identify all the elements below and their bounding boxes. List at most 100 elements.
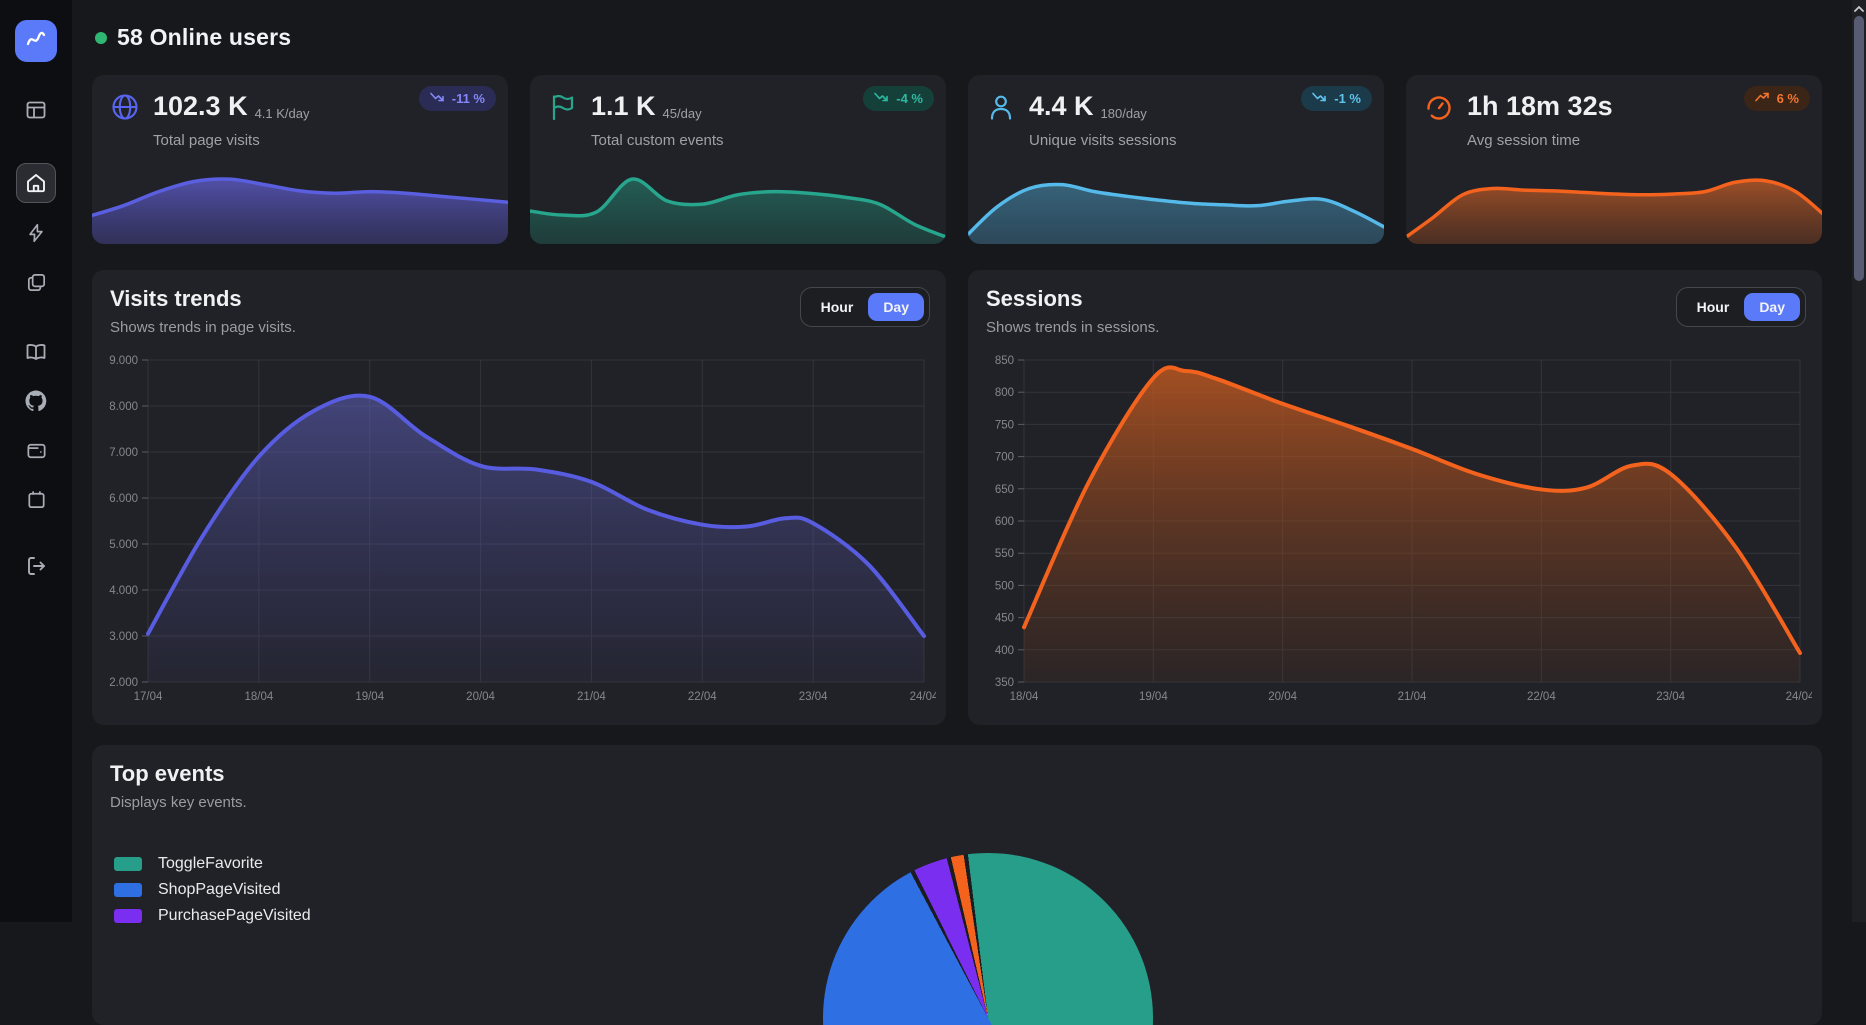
stat-card-page-visits: 102.3 K4.1 K/day Total page visits -11 % xyxy=(92,75,508,244)
visits-interval-toggle: Hour Day xyxy=(800,287,930,327)
svg-text:8.000: 8.000 xyxy=(109,401,138,413)
pages-icon xyxy=(25,271,48,294)
stat-label: Total page visits xyxy=(92,122,508,149)
stat-card-unique-sessions: 4.4 K 180/day Unique visits sessions -1 % xyxy=(968,75,1384,244)
stat-value: 1h 18m 32s xyxy=(1467,91,1613,121)
svg-text:24/04: 24/04 xyxy=(1786,691,1812,703)
sparkline-chart xyxy=(1406,156,1822,244)
sidebar-item-events[interactable] xyxy=(16,213,56,253)
sidebar-item-wallet[interactable] xyxy=(16,430,56,470)
legend-swatch xyxy=(114,857,142,871)
sidebar-item-home[interactable] xyxy=(16,163,56,203)
svg-text:18/04: 18/04 xyxy=(244,691,273,703)
sidebar-item-github[interactable] xyxy=(16,381,56,421)
stat-value: 102.3 K xyxy=(153,91,248,121)
sidebar xyxy=(0,0,72,922)
legend-label: ToggleFavorite xyxy=(158,855,263,873)
trend-badge: -4 % xyxy=(863,86,934,111)
svg-text:800: 800 xyxy=(995,387,1014,399)
scrollbar[interactable] xyxy=(1852,0,1866,922)
sidebar-item-docs[interactable] xyxy=(16,332,56,372)
svg-text:450: 450 xyxy=(995,613,1014,625)
svg-text:21/04: 21/04 xyxy=(1398,691,1427,703)
stat-per-day: 180/day xyxy=(1101,106,1147,121)
stat-card-session-time: 1h 18m 32s Avg session time 6 % xyxy=(1406,75,1822,244)
pie-legend: ToggleFavorite ShopPageVisited PurchaseP… xyxy=(114,851,311,929)
day-toggle-button[interactable]: Day xyxy=(868,293,924,321)
trend-badge-text: -1 % xyxy=(1334,91,1361,106)
scrollbar-up-arrow[interactable] xyxy=(1852,2,1866,16)
svg-text:750: 750 xyxy=(995,419,1014,431)
svg-text:550: 550 xyxy=(995,548,1014,560)
svg-text:400: 400 xyxy=(995,645,1014,657)
svg-text:350: 350 xyxy=(995,677,1014,689)
legend-item-purchasepagevisited[interactable]: PurchasePageVisited xyxy=(114,903,311,929)
svg-text:3.000: 3.000 xyxy=(109,631,138,643)
svg-text:650: 650 xyxy=(995,484,1014,496)
stat-label: Total custom events xyxy=(530,122,946,149)
trend-badge-text: 6 % xyxy=(1777,91,1799,106)
sparkline-chart xyxy=(92,156,508,244)
svg-text:2.000: 2.000 xyxy=(109,677,138,689)
hour-toggle-button[interactable]: Hour xyxy=(1682,293,1745,321)
sessions-card: Sessions Shows trends in sessions. Hour … xyxy=(968,270,1822,725)
sidebar-item-calendar[interactable] xyxy=(16,479,56,519)
trend-badge: -11 % xyxy=(419,86,496,111)
svg-text:19/04: 19/04 xyxy=(355,691,384,703)
hour-toggle-button[interactable]: Hour xyxy=(806,293,869,321)
svg-text:7.000: 7.000 xyxy=(109,447,138,459)
svg-text:23/04: 23/04 xyxy=(799,691,828,703)
stat-card-custom-events: 1.1 K 45/day Total custom events -4 % xyxy=(530,75,946,244)
svg-text:20/04: 20/04 xyxy=(466,691,495,703)
bolt-icon xyxy=(25,222,47,244)
trend-up-icon xyxy=(1755,91,1770,106)
svg-text:22/04: 22/04 xyxy=(1527,691,1556,703)
legend-item-togglefavorite[interactable]: ToggleFavorite xyxy=(114,851,311,877)
top-events-subtitle: Displays key events. xyxy=(92,787,1822,811)
svg-text:23/04: 23/04 xyxy=(1656,691,1685,703)
timer-icon xyxy=(1424,92,1454,122)
sparkline-chart xyxy=(530,156,946,244)
stat-label: Unique visits sessions xyxy=(968,122,1384,149)
github-icon xyxy=(24,389,48,413)
svg-text:4.000: 4.000 xyxy=(109,585,138,597)
svg-text:850: 850 xyxy=(995,355,1014,367)
trend-down-icon xyxy=(1312,91,1327,106)
sidebar-item-logout[interactable] xyxy=(16,546,56,586)
trend-badge-text: -11 % xyxy=(452,91,485,106)
home-icon xyxy=(24,171,48,195)
legend-swatch xyxy=(114,909,142,923)
stat-per-day: 45/day xyxy=(663,106,702,121)
globe-icon xyxy=(110,92,140,122)
sessions-interval-toggle: Hour Day xyxy=(1676,287,1806,327)
svg-text:17/04: 17/04 xyxy=(134,691,163,703)
calendar-icon xyxy=(25,488,48,511)
svg-text:500: 500 xyxy=(995,580,1014,592)
svg-text:18/04: 18/04 xyxy=(1010,691,1039,703)
legend-label: PurchasePageVisited xyxy=(158,907,311,925)
sidebar-item-pages[interactable] xyxy=(16,262,56,302)
sidebar-item-dashboard[interactable] xyxy=(16,90,56,130)
pie-chart[interactable] xyxy=(823,853,1153,1025)
svg-text:6.000: 6.000 xyxy=(109,493,138,505)
sessions-chart: 18/04 19/04 20/04 21/04 22/04 23/04 24/04 850 80… xyxy=(978,348,1812,716)
day-toggle-button[interactable]: Day xyxy=(1744,293,1800,321)
sparkline-chart xyxy=(968,156,1384,244)
svg-text:20/04: 20/04 xyxy=(1268,691,1297,703)
scrollbar-thumb[interactable] xyxy=(1854,16,1864,281)
logout-icon xyxy=(24,554,48,578)
user-icon xyxy=(986,92,1016,122)
trend-badge: -1 % xyxy=(1301,86,1372,111)
stat-value: 1.1 K xyxy=(591,91,656,121)
svg-text:19/04: 19/04 xyxy=(1139,691,1168,703)
app-logo[interactable] xyxy=(15,20,57,62)
trend-badge: 6 % xyxy=(1744,86,1810,111)
visits-trends-card: Visits trends Shows trends in page visit… xyxy=(92,270,946,725)
stat-label: Avg session time xyxy=(1406,122,1822,149)
legend-item-shoppagevisited[interactable]: ShopPageVisited xyxy=(114,877,311,903)
trend-down-icon xyxy=(874,91,889,106)
stat-value: 4.4 K xyxy=(1029,91,1094,121)
online-users-count: 58 Online users xyxy=(117,24,291,51)
svg-text:22/04: 22/04 xyxy=(688,691,717,703)
svg-text:700: 700 xyxy=(995,452,1014,464)
